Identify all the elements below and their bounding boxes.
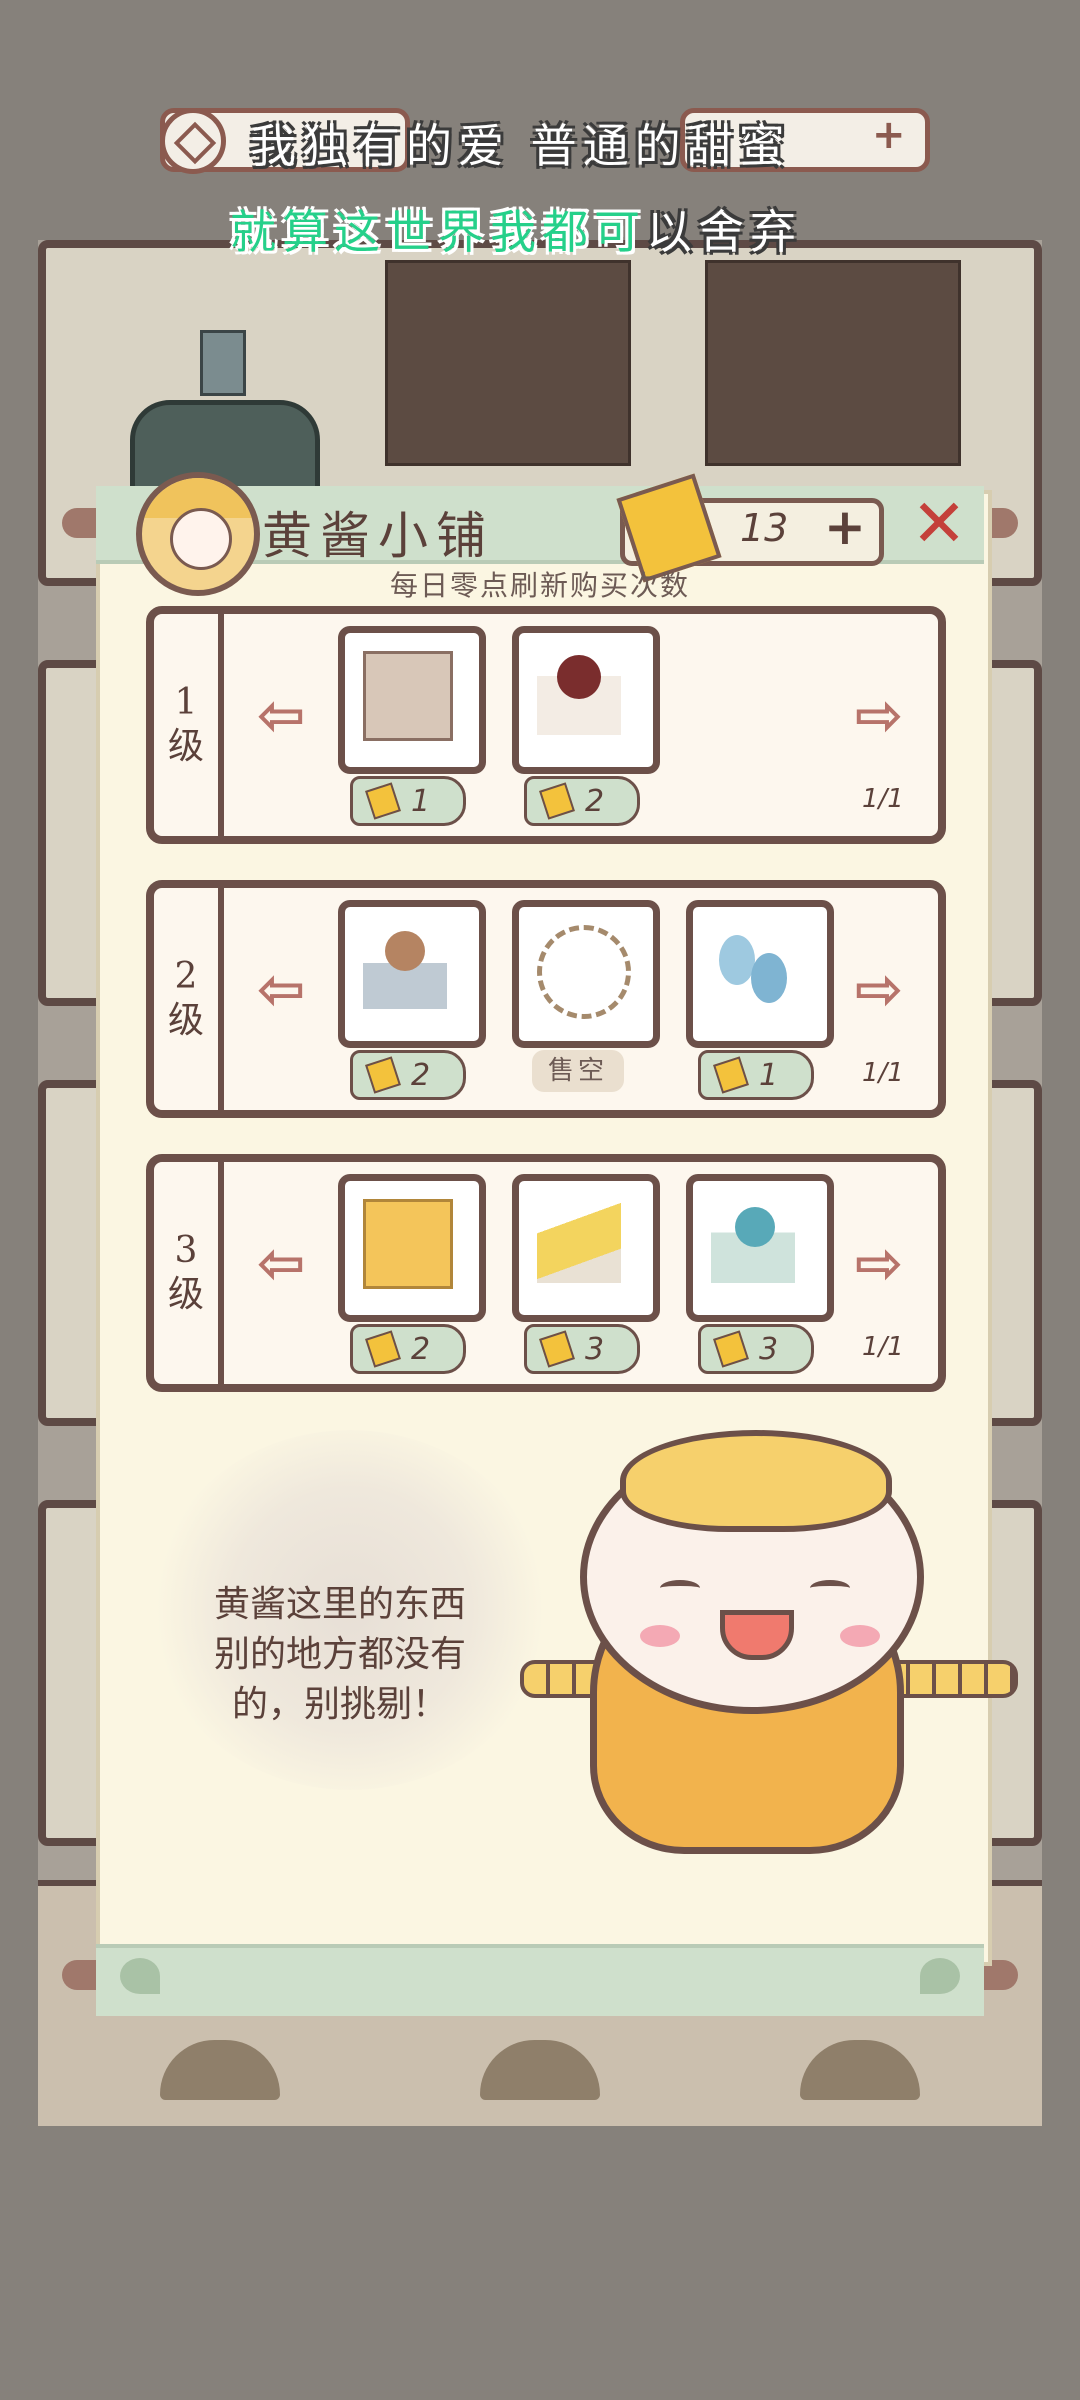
prev-arrow-icon[interactable]: ⇦ (246, 686, 316, 744)
page-indicator: 1/1 (862, 784, 904, 814)
add-currency-button[interactable]: + (824, 498, 866, 556)
tier-2-row: 2 级 ⇦ 2 售空 1 ⇨ 1/1 (146, 880, 946, 1118)
shopkeeper-eye (810, 1580, 850, 1596)
price-tag[interactable]: 1 (350, 776, 466, 826)
tier-1-row: 1 级 ⇦ 1 2 ⇨ 1/1 (146, 606, 946, 844)
shopkeeper-hair (620, 1430, 892, 1532)
ginkgo-leaf-icon (920, 1958, 960, 1994)
ticket-icon (365, 1056, 401, 1094)
tier-word: 级 (167, 1000, 204, 1041)
shopkeeper-eye (660, 1580, 700, 1596)
ginkgo-leaf-icon (120, 1958, 160, 1994)
price-tag[interactable]: 3 (524, 1324, 640, 1374)
ticket-icon (539, 782, 575, 820)
shop-item[interactable] (338, 626, 486, 774)
kettle (200, 330, 246, 396)
red-ball-icon (537, 651, 621, 735)
price-value: 2 (411, 1057, 431, 1093)
lyric-line-1: 我独有的爱 普通的甜蜜 (250, 119, 791, 173)
currency-value: 13 (740, 506, 789, 550)
tier-label: 3 级 (154, 1162, 224, 1384)
price-value: 2 (585, 783, 605, 819)
speech-line: 别的地方都没有 (213, 1634, 466, 1675)
price-tag[interactable]: 3 (698, 1324, 814, 1374)
shop-item[interactable] (686, 1174, 834, 1322)
tier-label: 1 级 (154, 614, 224, 836)
ticket-icon (539, 1330, 575, 1368)
shopkeeper-speech: 黄酱这里的东西 别的地方都没有 的，别挑剔！ (170, 1580, 510, 1730)
tier-number: 3 (174, 1230, 198, 1271)
shop-item[interactable] (512, 1174, 660, 1322)
ticket-icon (365, 1330, 401, 1368)
price-tag[interactable]: 2 (524, 776, 640, 826)
teal-ball-icon (711, 1199, 795, 1283)
tier-3-row: 3 级 ⇦ 2 3 3 ⇨ 1/1 (146, 1154, 946, 1392)
golden-bag-icon (363, 1199, 453, 1289)
tier-word: 级 (167, 726, 204, 767)
next-arrow-icon[interactable]: ⇨ (844, 686, 914, 744)
price-value: 2 (411, 1331, 431, 1367)
plus-icon[interactable]: + (872, 115, 906, 155)
brown-ball-icon (363, 925, 447, 1009)
refresh-note: 每日零点刷新购买次数 (389, 569, 690, 602)
shopkeeper-blush (640, 1625, 680, 1647)
paper-bag-icon (363, 651, 453, 741)
ticket-icon (713, 1056, 749, 1094)
price-tag[interactable]: 2 (350, 1324, 466, 1374)
gold-cloth-icon (537, 1199, 621, 1283)
prev-arrow-icon[interactable]: ⇦ (246, 960, 316, 1018)
price-tag[interactable]: 1 (698, 1050, 814, 1100)
diamond-icon[interactable] (160, 108, 226, 174)
lyric-line-2: 就算这世界我都可以舍弃 (230, 196, 930, 262)
blue-gourds-icon (711, 925, 795, 1009)
page-indicator: 1/1 (862, 1332, 904, 1362)
price-value: 1 (759, 1057, 779, 1093)
tier-label: 2 级 (154, 888, 224, 1110)
sold-out-badge: 售空 (532, 1050, 624, 1092)
price-tag[interactable]: 2 (350, 1050, 466, 1100)
tier-word: 级 (167, 1274, 204, 1315)
ticket-icon (713, 1330, 749, 1368)
coiled-rope-icon (537, 925, 631, 1019)
lyric-line-2-white: 以舍弃 (646, 205, 802, 259)
next-arrow-icon[interactable]: ⇨ (844, 960, 914, 1018)
next-arrow-icon[interactable]: ⇨ (844, 1234, 914, 1292)
shop-item[interactable] (512, 626, 660, 774)
lyric-line-2-green: 就算这世界我都可 (230, 205, 646, 259)
speech-line: 黄酱这里的东西 (213, 1584, 466, 1625)
price-value: 3 (585, 1331, 605, 1367)
tier-number: 1 (174, 682, 198, 723)
ticket-icon (365, 782, 401, 820)
price-value: 3 (759, 1331, 779, 1367)
prev-arrow-icon[interactable]: ⇦ (246, 1234, 316, 1292)
shop-item[interactable] (512, 900, 660, 1048)
shop-item[interactable] (338, 900, 486, 1048)
shopkeeper-blush (840, 1625, 880, 1647)
close-button[interactable]: ✕ (906, 491, 972, 560)
price-value: 1 (411, 783, 431, 819)
speech-line: 的，别挑剔！ (231, 1684, 448, 1725)
tier-number: 2 (174, 956, 198, 997)
shop-item[interactable] (338, 1174, 486, 1322)
shop-title: 黄酱小铺 (262, 507, 494, 565)
wooden-crate (385, 260, 631, 466)
panel-footer (96, 1944, 984, 2016)
shop-item[interactable] (686, 900, 834, 1048)
page-indicator: 1/1 (862, 1058, 904, 1088)
wooden-crate (705, 260, 961, 466)
